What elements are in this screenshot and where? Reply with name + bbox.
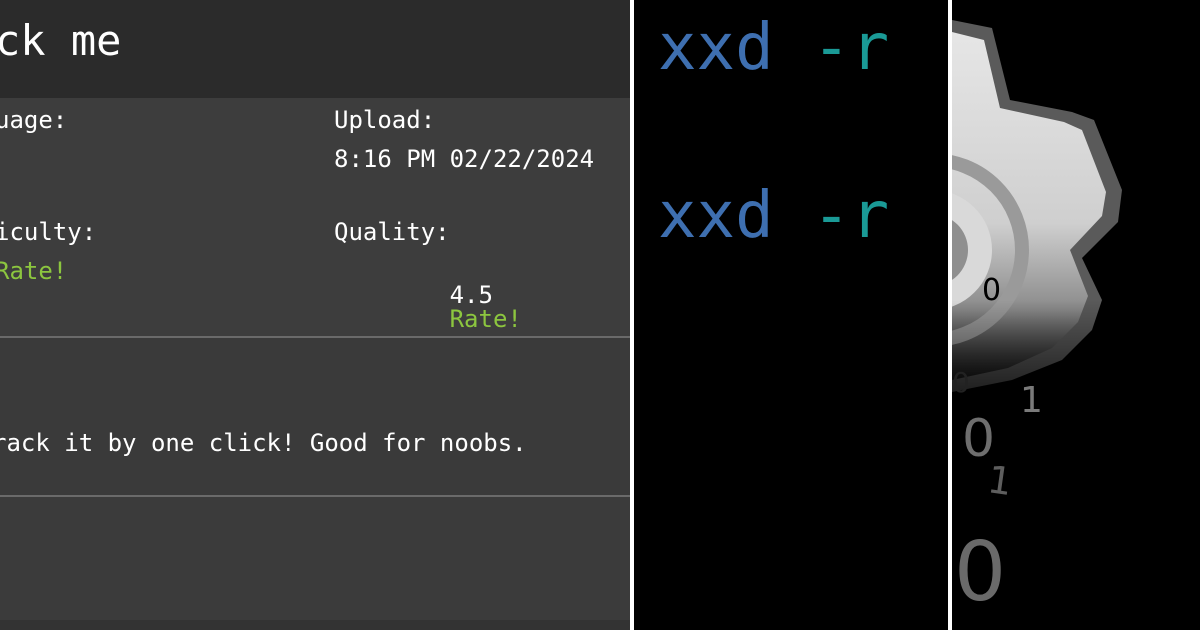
crackme-page-panel: ck me uage: Upload: 8:16 PM 02/22/2024 i… — [0, 0, 630, 630]
command-name: xxd — [658, 179, 774, 253]
terminal-line: xxd -r — [658, 184, 889, 248]
binary-digit: 0 — [982, 273, 1001, 308]
description-text: rack it by one click! Good for noobs. — [0, 429, 527, 457]
bottom-strip — [0, 620, 630, 630]
page-title: ck me — [0, 16, 122, 65]
binary-digit: 0 — [954, 525, 1006, 620]
binary-digit: 0 — [952, 366, 970, 399]
bottom-section — [0, 497, 630, 630]
command-flag: -r — [812, 179, 890, 253]
collage: ck me uage: Upload: 8:16 PM 02/22/2024 i… — [0, 0, 1200, 630]
language-label: uage: — [0, 106, 68, 134]
binary-digit: 1 — [985, 457, 1015, 504]
title-bar: ck me — [0, 0, 630, 98]
command-name: xxd — [658, 11, 774, 85]
command-flag: -r — [812, 11, 890, 85]
quality-label: Quality: — [334, 218, 450, 246]
difficulty-label: iculty: — [0, 218, 97, 246]
upload-value: 8:16 PM 02/22/2024 — [334, 145, 595, 173]
gear-icon: 0 0 1 0 1 0 — [952, 20, 1200, 620]
info-grid: uage: Upload: 8:16 PM 02/22/2024 iculty:… — [0, 98, 630, 336]
upload-label: Upload: — [334, 106, 436, 134]
gear-panel: 0 0 1 0 1 0 — [952, 0, 1200, 630]
terminal-panel: xxd -r xxd -r — [634, 0, 948, 630]
description-section: rack it by one click! Good for noobs. — [0, 338, 630, 495]
quality-rate-link[interactable]: Rate! — [450, 305, 522, 333]
terminal-line: xxd -r — [658, 16, 889, 80]
binary-digit: 1 — [1020, 380, 1043, 421]
difficulty-rate-link[interactable]: Rate! — [0, 259, 67, 283]
